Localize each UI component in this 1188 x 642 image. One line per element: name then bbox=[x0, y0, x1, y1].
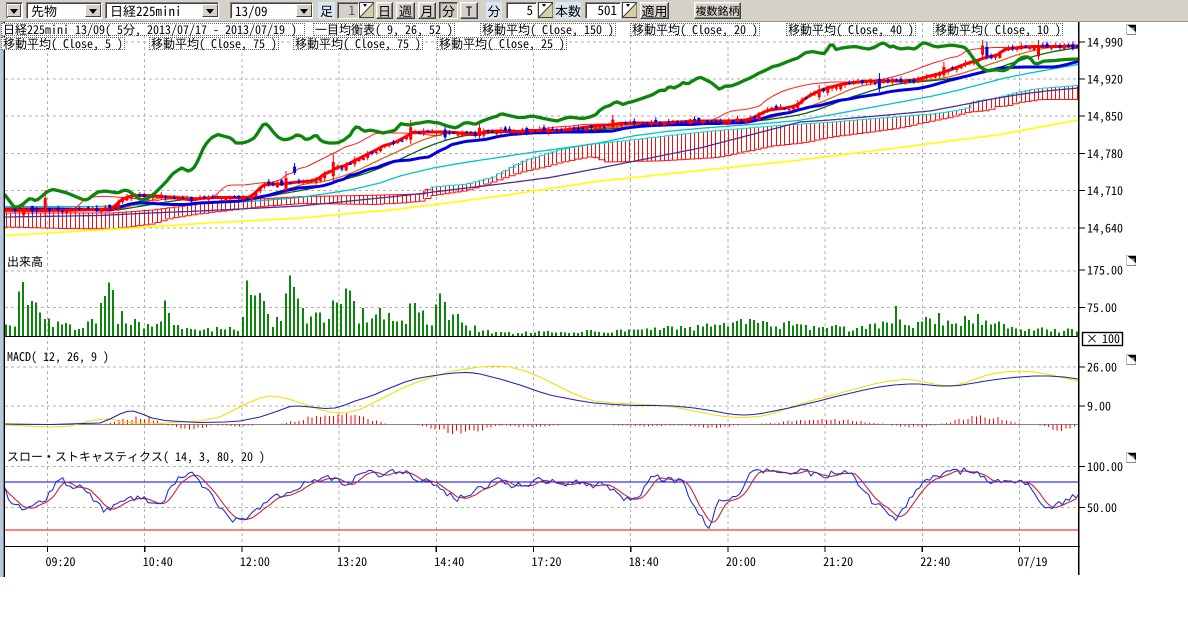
svg-text:100.00: 100.00 bbox=[1087, 458, 1123, 475]
svg-text:13:20: 13:20 bbox=[337, 553, 367, 570]
svg-text:9.00: 9.00 bbox=[1087, 398, 1111, 415]
svg-text:75.00: 75.00 bbox=[1087, 299, 1117, 316]
svg-text:21:20: 21:20 bbox=[823, 553, 853, 570]
svg-text:07/19: 07/19 bbox=[1018, 553, 1048, 570]
svg-text:出来高: 出来高 bbox=[7, 253, 43, 270]
svg-text:26.00: 26.00 bbox=[1087, 359, 1117, 376]
svg-text:14,850: 14,850 bbox=[1087, 108, 1123, 125]
svg-text:12:00: 12:00 bbox=[240, 553, 270, 570]
svg-text:175.00: 175.00 bbox=[1087, 262, 1123, 279]
svg-text:14,780: 14,780 bbox=[1087, 145, 1123, 162]
svg-text:100: 100 bbox=[1102, 330, 1120, 347]
svg-text:22:40: 22:40 bbox=[920, 553, 950, 570]
svg-text:09:20: 09:20 bbox=[46, 553, 76, 570]
svg-text:10:40: 10:40 bbox=[143, 553, 173, 570]
svg-text:14,640: 14,640 bbox=[1087, 220, 1123, 237]
svg-text:18:40: 18:40 bbox=[629, 553, 659, 570]
svg-text:MACD( 12, 26, 9 ): MACD( 12, 26, 9 ) bbox=[7, 348, 109, 365]
svg-text:50.00: 50.00 bbox=[1087, 499, 1117, 516]
svg-text:20:00: 20:00 bbox=[726, 553, 756, 570]
svg-text:14,920: 14,920 bbox=[1087, 71, 1123, 88]
svg-text:17:20: 17:20 bbox=[532, 553, 562, 570]
svg-text:スロー・ストキャスティクス( 14, 3, 80, 20 ): スロー・ストキャスティクス( 14, 3, 80, 20 ) bbox=[7, 448, 265, 465]
svg-text:14,710: 14,710 bbox=[1087, 182, 1123, 199]
svg-text:14,990: 14,990 bbox=[1087, 34, 1123, 51]
svg-text:×: × bbox=[1086, 330, 1098, 347]
svg-text:14:40: 14:40 bbox=[434, 553, 464, 570]
